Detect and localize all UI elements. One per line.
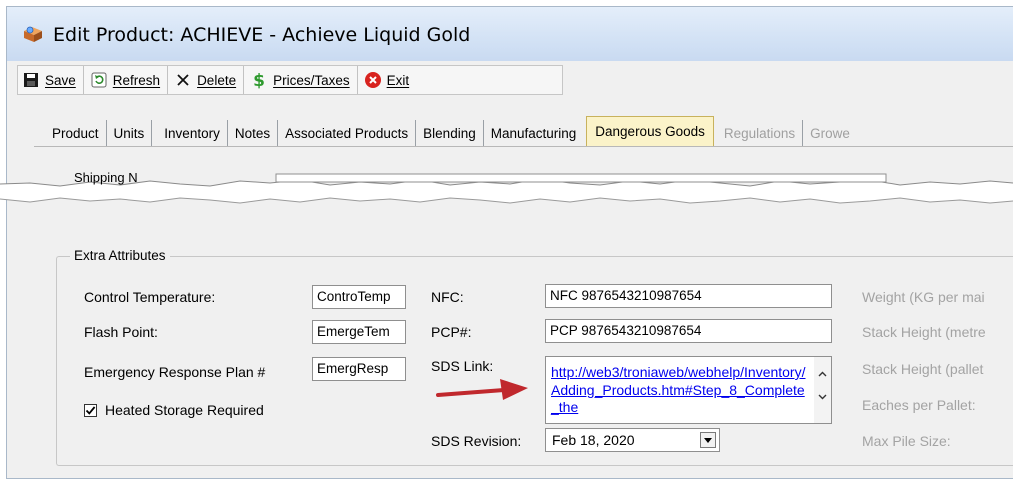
sds-revision-value[interactable]: Feb 18, 2020	[552, 429, 635, 451]
checkmark-icon[interactable]	[84, 403, 97, 417]
tab-notes[interactable]: Notes	[226, 120, 277, 146]
tab-regulations[interactable]: Regulations	[717, 120, 802, 146]
tab-product[interactable]: Product	[34, 120, 106, 146]
exit-icon	[364, 71, 382, 89]
stack-height-metres-label: Stack Height (metre	[862, 324, 986, 340]
dollar-icon: $	[250, 71, 268, 89]
refresh-icon	[90, 71, 108, 89]
heated-storage-checkbox[interactable]: Heated Storage Required	[84, 402, 264, 418]
save-label: Save	[45, 72, 76, 88]
exit-button[interactable]: Exit	[358, 66, 417, 94]
max-pile-size-label: Max Pile Size:	[862, 433, 951, 449]
pcp-field[interactable]: PCP 9876543210987654	[545, 319, 832, 343]
tab-strip: Product Units Inventory Notes Associated…	[34, 116, 857, 146]
eaches-per-pallet-label: Eaches per Pallet:	[862, 397, 976, 413]
dropdown-arrow-icon[interactable]	[700, 432, 716, 448]
delete-label: Delete	[197, 72, 237, 88]
red-arrow-annotation	[436, 379, 528, 400]
tab-panel-border	[34, 146, 1013, 147]
tab-growers[interactable]: Growe	[802, 120, 857, 146]
sds-revision-datepicker[interactable]: Feb 18, 2020	[545, 428, 720, 452]
refresh-label: Refresh	[112, 72, 161, 88]
toolbar: Save Refresh Delete $ Prices/Taxes Exit	[17, 65, 563, 95]
delete-x-icon	[174, 71, 192, 89]
sds-link-field[interactable]: http://web3/troniaweb/webhelp/Inventory/…	[545, 356, 832, 424]
floppy-disk-icon	[22, 71, 40, 89]
sds-revision-label: SDS Revision:	[431, 433, 522, 449]
torn-edge-divider: Shipping N	[0, 170, 1013, 204]
nfc-label: NFC:	[431, 289, 464, 305]
pcp-label: PCP#:	[431, 324, 472, 340]
emergency-response-plan-field[interactable]: EmergResp	[312, 357, 406, 381]
scroll-down-icon[interactable]	[814, 388, 831, 405]
tab-blending[interactable]: Blending	[415, 120, 483, 146]
refresh-button[interactable]: Refresh	[84, 66, 169, 94]
tab-associated-products[interactable]: Associated Products	[277, 120, 415, 146]
tab-dangerous-goods[interactable]: Dangerous Goods	[586, 116, 714, 146]
delete-button[interactable]: Delete	[168, 66, 245, 94]
svg-text:$: $	[253, 71, 265, 89]
emergency-response-plan-label: Emergency Response Plan #	[84, 364, 266, 380]
control-temperature-field[interactable]: ControTemp	[312, 285, 406, 309]
stack-height-pallets-label: Stack Height (pallet	[862, 361, 984, 377]
product-box-icon	[24, 26, 42, 42]
prices-taxes-button[interactable]: $ Prices/Taxes	[244, 66, 358, 94]
shipping-name-label: Shipping N	[74, 170, 138, 185]
extra-attributes-legend: Extra Attributes	[70, 248, 170, 263]
tab-inventory[interactable]: Inventory	[151, 120, 227, 146]
weight-label: Weight (KG per mai	[862, 289, 985, 305]
title-bar: Edit Product: ACHIEVE - Achieve Liquid G…	[7, 7, 1013, 61]
sds-link-label: SDS Link:	[431, 358, 494, 374]
control-temperature-label: Control Temperature:	[84, 289, 216, 305]
window-title: Edit Product: ACHIEVE - Achieve Liquid G…	[53, 24, 471, 46]
sds-link-url[interactable]: http://web3/troniaweb/webhelp/Inventory/…	[551, 364, 809, 417]
tab-units[interactable]: Units	[105, 120, 152, 146]
tab-manufacturing[interactable]: Manufacturing	[482, 120, 584, 146]
nfc-field[interactable]: NFC 9876543210987654	[545, 284, 832, 308]
flash-point-field[interactable]: EmergeTem	[312, 320, 406, 344]
prices-taxes-label: Prices/Taxes	[273, 72, 350, 88]
flash-point-label: Flash Point:	[84, 324, 158, 340]
save-button[interactable]: Save	[18, 66, 84, 94]
scroll-up-icon[interactable]	[814, 365, 831, 382]
exit-label: Exit	[386, 72, 410, 88]
sds-link-scrollbar[interactable]	[814, 357, 831, 423]
heated-storage-label: Heated Storage Required	[105, 402, 264, 418]
